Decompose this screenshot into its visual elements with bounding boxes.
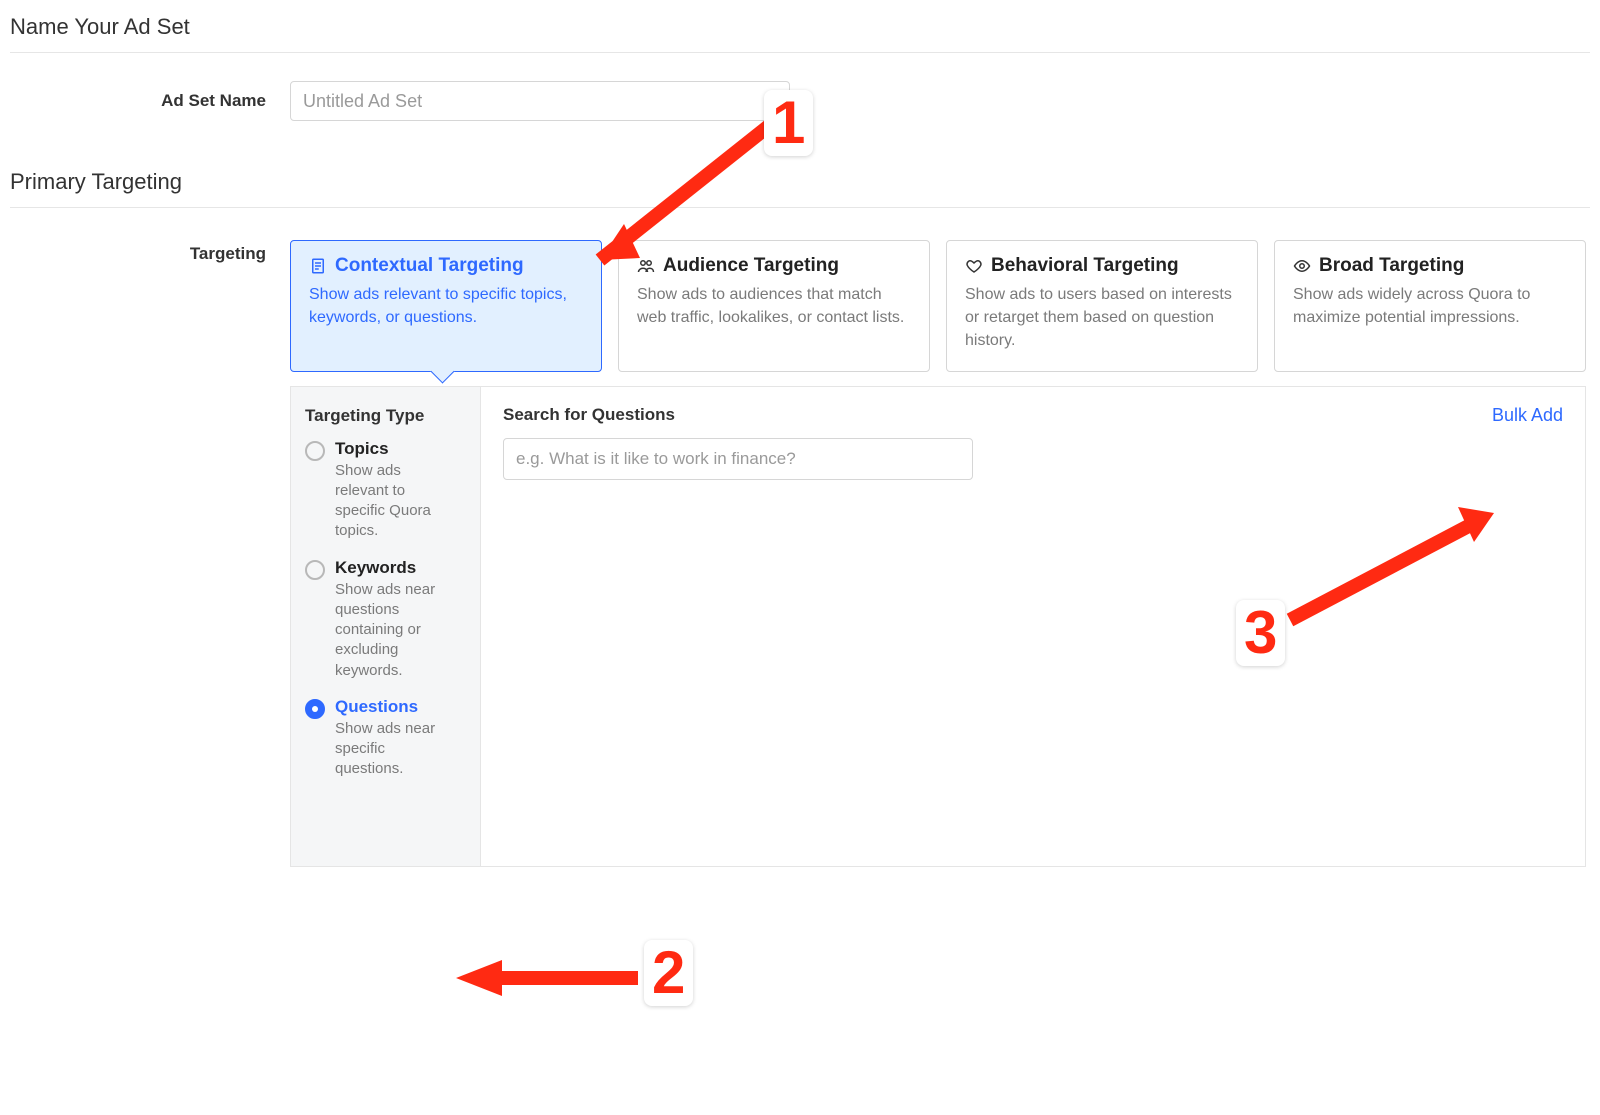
radio-desc: Show ads near specific questions. bbox=[335, 719, 445, 780]
adset-name-label: Ad Set Name bbox=[10, 91, 290, 111]
card-title: Behavioral Targeting bbox=[991, 255, 1179, 277]
bulk-add-link[interactable]: Bulk Add bbox=[1492, 405, 1563, 426]
radio-title: Keywords bbox=[335, 558, 466, 578]
targeting-cards: Contextual Targeting Show ads relevant t… bbox=[290, 240, 1586, 372]
annotation-number-2: 2 bbox=[644, 940, 693, 1006]
search-questions-label: Search for Questions bbox=[503, 405, 675, 425]
radio-topics[interactable]: Topics Show ads relevant to specific Quo… bbox=[305, 439, 466, 542]
radio-checked-icon bbox=[305, 699, 325, 719]
card-title: Contextual Targeting bbox=[335, 255, 524, 277]
section-title-name-ad-set: Name Your Ad Set bbox=[10, 10, 1590, 53]
targeting-label: Targeting bbox=[10, 240, 290, 867]
card-broad-targeting[interactable]: Broad Targeting Show ads widely across Q… bbox=[1274, 240, 1586, 372]
radio-questions[interactable]: Questions Show ads near specific questio… bbox=[305, 697, 466, 780]
radio-title: Questions bbox=[335, 697, 466, 717]
radio-desc: Show ads near questions containing or ex… bbox=[335, 580, 445, 681]
contextual-detail-panel: Targeting Type Topics Show ads relevant … bbox=[290, 386, 1586, 867]
document-icon bbox=[309, 257, 327, 275]
people-icon bbox=[637, 257, 655, 275]
targeting-type-label: Targeting Type bbox=[305, 405, 466, 427]
annotation-number-3: 3 bbox=[1236, 600, 1285, 666]
radio-unchecked-icon bbox=[305, 560, 325, 580]
card-title: Broad Targeting bbox=[1319, 255, 1464, 277]
radio-unchecked-icon bbox=[305, 441, 325, 461]
section-title-primary-targeting: Primary Targeting bbox=[10, 165, 1590, 208]
card-desc: Show ads relevant to specific topics, ke… bbox=[309, 283, 583, 329]
heart-icon bbox=[965, 257, 983, 275]
card-behavioral-targeting[interactable]: Behavioral Targeting Show ads to users b… bbox=[946, 240, 1258, 372]
card-contextual-targeting[interactable]: Contextual Targeting Show ads relevant t… bbox=[290, 240, 602, 372]
card-desc: Show ads widely across Quora to maximize… bbox=[1293, 283, 1567, 329]
card-desc: Show ads to audiences that match web tra… bbox=[637, 283, 911, 329]
card-audience-targeting[interactable]: Audience Targeting Show ads to audiences… bbox=[618, 240, 930, 372]
search-questions-input[interactable] bbox=[503, 438, 973, 480]
card-desc: Show ads to users based on interests or … bbox=[965, 283, 1239, 353]
eye-icon bbox=[1293, 257, 1311, 275]
radio-title: Topics bbox=[335, 439, 466, 459]
annotation-number-1: 1 bbox=[764, 90, 813, 156]
radio-keywords[interactable]: Keywords Show ads near questions contain… bbox=[305, 558, 466, 681]
radio-desc: Show ads relevant to specific Quora topi… bbox=[335, 461, 445, 542]
card-title: Audience Targeting bbox=[663, 255, 839, 277]
adset-name-input[interactable] bbox=[290, 81, 790, 121]
